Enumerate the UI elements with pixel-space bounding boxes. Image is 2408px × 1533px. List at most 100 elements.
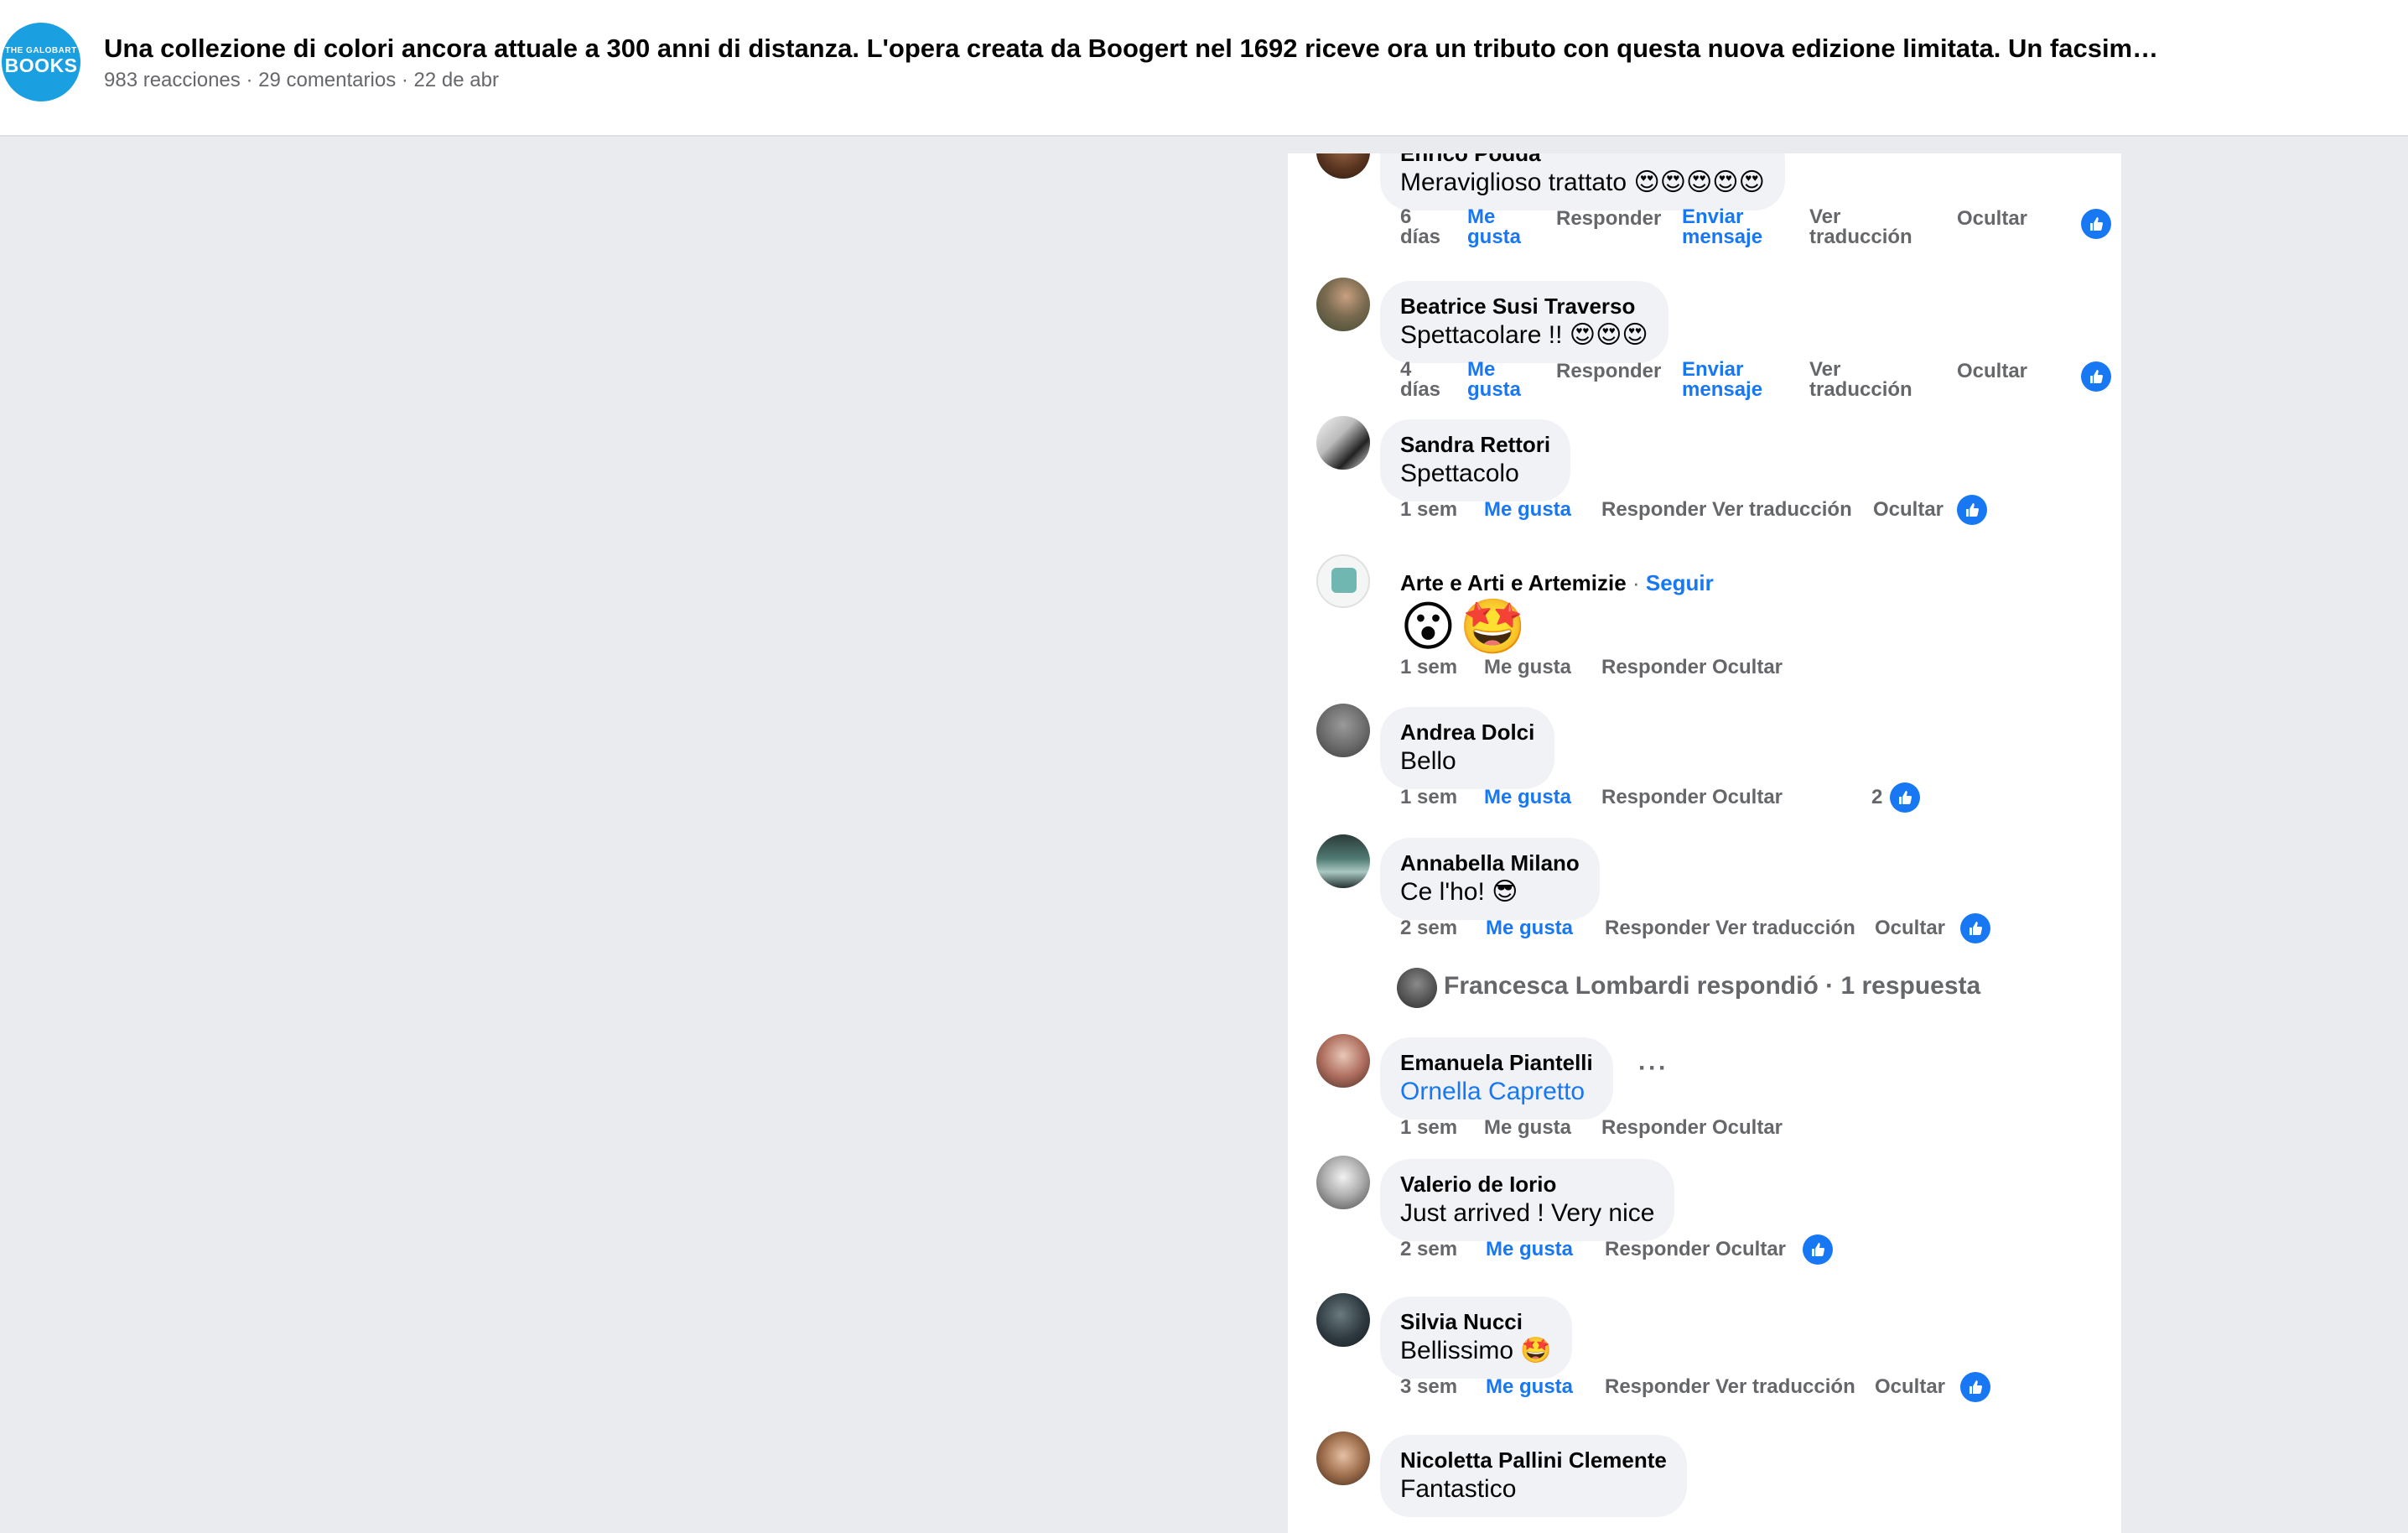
mentioned-user-link[interactable]: Ornella Capretto (1400, 1076, 1593, 1108)
comment-time[interactable]: 6 días (1400, 207, 1440, 247)
comment-author[interactable]: Sandra Rettori (1400, 431, 1550, 458)
send-message-button[interactable]: Enviar mensaje (1682, 360, 1774, 400)
comment-emoji: 🤩 (1520, 1336, 1552, 1365)
comment-bubble: Beatrice Susi Traverso Spettacolare !! 😍… (1380, 281, 1668, 363)
avatar-art (1331, 568, 1357, 593)
comment-bubble: Andrea Dolci Bello (1380, 707, 1555, 789)
hide-button[interactable]: Ocultar (1875, 1375, 1945, 1399)
like-button[interactable]: Me gusta (1486, 1238, 1573, 1261)
avatar[interactable] (1316, 416, 1370, 470)
comment-emoji: 😍😍😍 (1569, 320, 1648, 350)
comment-text: Ce l'ho! 😎 (1400, 876, 1580, 908)
avatar[interactable] (1316, 1293, 1370, 1347)
post-title[interactable]: Una collezione di colori ancora attuale … (104, 34, 2368, 64)
comment-author[interactable]: Beatrice Susi Traverso (1400, 293, 1648, 320)
send-message-button[interactable]: Enviar mensaje (1682, 207, 1774, 247)
comment-author: Arte e Arti e Artemizie · Seguir (1400, 569, 1714, 596)
comment-author[interactable]: Annabella Milano (1400, 850, 1580, 876)
reply-author-avatar[interactable] (1397, 968, 1437, 1008)
reply-button[interactable]: Responder (1601, 656, 1706, 679)
like-reaction-icon[interactable] (1803, 1234, 1833, 1265)
like-reaction-icon[interactable] (1957, 495, 1987, 525)
comment-time[interactable]: 4 días (1400, 360, 1440, 400)
see-translation-button[interactable]: Ver traducción (1809, 207, 1918, 247)
like-button[interactable]: Me gusta (1484, 656, 1571, 679)
like-count[interactable]: 2 (1871, 786, 1882, 809)
hide-button[interactable]: Ocultar (1715, 1238, 1786, 1261)
astonished-emoji-icon: 😮 (1400, 596, 1456, 658)
reply-button[interactable]: Responder (1605, 1375, 1710, 1399)
author-separator: · (1632, 570, 1640, 595)
see-translation-button[interactable]: Ver traducción (1715, 917, 1855, 940)
logo-line-2: BOOKS (4, 55, 78, 76)
comment-author[interactable]: Emanuela Piantelli (1400, 1049, 1593, 1076)
comment-time[interactable]: 2 sem (1400, 917, 1457, 940)
comment-author[interactable]: Silvia Nucci (1400, 1308, 1552, 1335)
comment-text-body: Ce l'ho! (1400, 878, 1485, 906)
like-reaction-icon[interactable] (1960, 913, 1990, 943)
see-translation-button[interactable]: Ver traducción (1715, 1375, 1855, 1399)
comment-text: Just arrived ! Very nice (1400, 1199, 1655, 1227)
comment-author[interactable]: Enrico Podda (1400, 153, 1765, 167)
reply-button[interactable]: Responder (1601, 786, 1706, 809)
avatar[interactable] (1316, 1034, 1370, 1088)
comment-item: Nicoletta Pallini Clemente Fantastico (1288, 1432, 2121, 1533)
like-button[interactable]: Me gusta (1484, 1116, 1571, 1140)
like-button[interactable]: Me gusta (1486, 1375, 1573, 1399)
comment-time[interactable]: 1 sem (1400, 656, 1457, 679)
like-reaction-icon[interactable] (2081, 209, 2111, 239)
comment-time[interactable]: 1 sem (1400, 786, 1457, 809)
avatar[interactable] (1316, 834, 1370, 888)
hide-button[interactable]: Ocultar (1957, 360, 2027, 383)
follow-button[interactable]: Seguir (1646, 570, 1714, 595)
like-button[interactable]: Me gusta (1467, 207, 1528, 247)
page-avatar-logo[interactable]: THE GALOBART BOOKS (2, 23, 80, 101)
reply-button[interactable]: Responder (1556, 360, 1661, 383)
star-struck-emoji-icon: 🤩 (1459, 596, 1527, 658)
comment-item: Enrico Podda Meraviglioso trattato 😍😍😍😍😍… (1288, 153, 2121, 271)
comment-author[interactable]: Nicoletta Pallini Clemente (1400, 1447, 1667, 1473)
hide-button[interactable]: Ocultar (1957, 207, 2027, 231)
avatar[interactable] (1316, 554, 1370, 608)
comment-emoji: 😍😍😍😍😍 (1633, 168, 1765, 197)
see-translation-button[interactable]: Ver traducción (1809, 360, 1918, 400)
like-button[interactable]: Me gusta (1484, 786, 1571, 809)
comment-text: Bellissimo 🤩 (1400, 1335, 1552, 1367)
comment-author[interactable]: Andrea Dolci (1400, 719, 1534, 746)
hide-button[interactable]: Ocultar (1875, 917, 1945, 940)
more-options-icon[interactable]: ··· (1638, 1054, 1668, 1083)
reply-button[interactable]: Responder (1601, 1116, 1706, 1140)
view-replies-link[interactable]: Francesca Lombardi respondió · 1 respues… (1444, 972, 1980, 1000)
see-translation-button[interactable]: Ver traducción (1712, 498, 1852, 522)
like-button[interactable]: Me gusta (1467, 360, 1528, 400)
comment-time[interactable]: 2 sem (1400, 1238, 1457, 1261)
like-button[interactable]: Me gusta (1484, 498, 1571, 522)
hide-button[interactable]: Ocultar (1712, 1116, 1783, 1140)
reply-button[interactable]: Responder (1601, 498, 1706, 522)
like-reaction-icon[interactable] (2081, 361, 2111, 392)
hide-button[interactable]: Ocultar (1712, 656, 1783, 679)
reply-button[interactable]: Responder (1605, 917, 1710, 940)
comment-item: Sandra Rettori Spettacolo 1 sem Me gusta… (1288, 416, 2121, 562)
comment-author-name[interactable]: Arte e Arti e Artemizie (1400, 570, 1627, 595)
like-button[interactable]: Me gusta (1486, 917, 1573, 940)
avatar[interactable] (1316, 153, 1370, 179)
like-reaction-icon[interactable] (1960, 1372, 1990, 1402)
comment-time[interactable]: 1 sem (1400, 498, 1457, 522)
avatar[interactable] (1316, 704, 1370, 757)
avatar[interactable] (1316, 278, 1370, 331)
comment-item: Silvia Nucci Bellissimo 🤩 3 sem Me gusta… (1288, 1293, 2121, 1439)
comment-time[interactable]: 3 sem (1400, 1375, 1457, 1399)
comment-author[interactable]: Valerio de Iorio (1400, 1171, 1654, 1198)
hide-button[interactable]: Ocultar (1873, 498, 1944, 522)
reply-button[interactable]: Responder (1605, 1238, 1710, 1261)
comment-time[interactable]: 1 sem (1400, 1116, 1457, 1140)
comment-bubble: Enrico Podda Meraviglioso trattato 😍😍😍😍😍 (1380, 153, 1785, 210)
hide-button[interactable]: Ocultar (1712, 786, 1783, 809)
reply-button[interactable]: Responder (1556, 207, 1661, 231)
avatar[interactable] (1316, 1156, 1370, 1209)
comment-item: Valerio de Iorio Just arrived ! Very nic… (1288, 1156, 2121, 1302)
avatar[interactable] (1316, 1432, 1370, 1485)
like-reaction-icon[interactable] (1890, 782, 1920, 813)
comment-text: Spettacolo (1400, 460, 1519, 487)
